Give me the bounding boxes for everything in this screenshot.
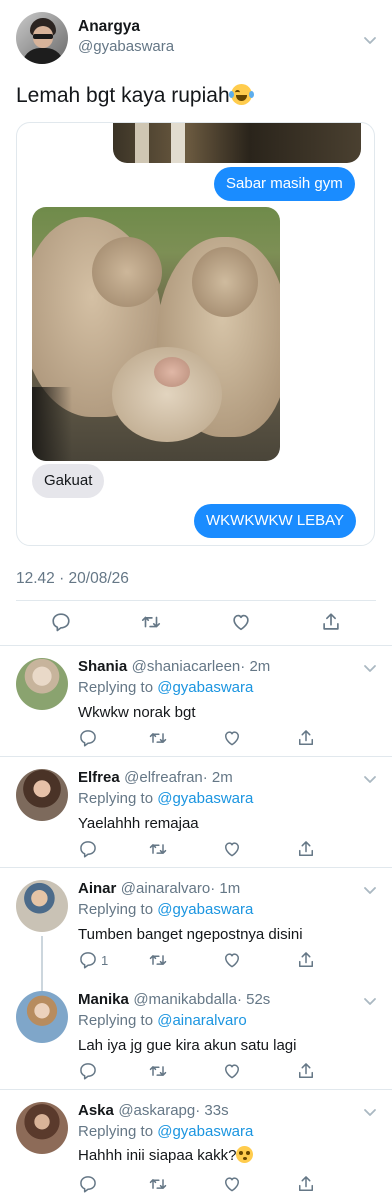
chevron-down-icon[interactable] — [362, 771, 378, 787]
reply-tweet[interactable]: Elfrea @elfreafran· 2m Replying to @gyab… — [0, 757, 392, 867]
reply-text-content: Hahhh inii siapaa kakk? — [78, 1147, 237, 1164]
replying-to-mention[interactable]: @gyabaswara — [157, 901, 253, 918]
like-icon[interactable] — [222, 728, 242, 748]
reply-tweet[interactable]: Ainar @ainaralvaro· 1m Replying to @gyab… — [0, 868, 392, 996]
reply-icon[interactable] — [78, 1174, 98, 1194]
replying-to-label: Replying to — [78, 901, 154, 918]
like-icon[interactable] — [222, 839, 242, 859]
reply-author-name[interactable]: Shania — [78, 658, 127, 675]
like-icon[interactable] — [230, 611, 252, 633]
reply-header: Elfrea @elfreafran· 2m — [78, 769, 233, 787]
reply-time: · 52s — [236, 991, 271, 1008]
replying-to-mention[interactable]: @gyabaswara — [157, 679, 253, 696]
chat-bubble-sent: Sabar masih gym — [214, 167, 355, 201]
replying-to-label: Replying to — [78, 679, 154, 696]
chat-bubble-sent: WKWKWKW LEBAY — [194, 504, 357, 538]
reply-text: Hahhh inii siapaa kakk? — [78, 1146, 254, 1164]
chevron-down-icon[interactable] — [362, 660, 378, 676]
divider — [16, 600, 376, 601]
retweet-icon[interactable] — [148, 1174, 168, 1194]
tweet-timestamp[interactable]: 12.42 · 20/08/26 — [16, 570, 129, 588]
chevron-down-icon[interactable] — [362, 882, 378, 898]
author-name[interactable]: Anargya — [78, 18, 140, 36]
replying-to-mention[interactable]: @ainaralvaro — [157, 1012, 246, 1029]
like-icon[interactable] — [222, 1061, 242, 1081]
reply-author-name[interactable]: Aska — [78, 1102, 114, 1119]
face-with-tears-of-joy-icon — [228, 84, 254, 105]
replying-to: Replying to @ainaralvaro — [78, 1012, 247, 1029]
author-handle[interactable]: @gyabaswara — [78, 38, 174, 55]
reply-icon[interactable] — [78, 839, 98, 859]
retweet-icon[interactable] — [140, 611, 162, 633]
share-icon[interactable] — [296, 728, 316, 748]
share-icon[interactable] — [296, 950, 316, 970]
replying-to-label: Replying to — [78, 790, 154, 807]
reply-time: · 2m — [240, 658, 271, 675]
reply-time: · 33s — [195, 1102, 229, 1119]
reply-text: Tumben banget ngepostnya disini — [78, 926, 303, 943]
reply-tweet[interactable]: Shania @shaniacarleen· 2m Replying to @g… — [0, 646, 392, 756]
reply-author-handle[interactable]: @shaniacarleen — [132, 658, 241, 675]
face-with-monocle-icon — [236, 1146, 254, 1163]
share-icon[interactable] — [320, 611, 342, 633]
replying-to: Replying to @gyabaswara — [78, 1123, 253, 1140]
reply-text: Yaelahhh remajaa — [78, 815, 199, 832]
replying-to: Replying to @gyabaswara — [78, 679, 253, 696]
share-icon[interactable] — [296, 839, 316, 859]
retweet-icon[interactable] — [148, 839, 168, 859]
avatar[interactable] — [16, 991, 68, 1043]
replying-to-label: Replying to — [78, 1012, 154, 1029]
chevron-down-icon[interactable] — [362, 1104, 378, 1120]
reply-header: Aska @askarapg· 33s — [78, 1102, 229, 1120]
reply-author-handle[interactable]: @ainaralvaro — [121, 880, 210, 897]
reply-author-name[interactable]: Manika — [78, 991, 129, 1008]
retweet-icon[interactable] — [148, 950, 168, 970]
reply-author-name[interactable]: Ainar — [78, 880, 116, 897]
replying-to-mention[interactable]: @gyabaswara — [157, 1123, 253, 1140]
chevron-down-icon[interactable] — [362, 993, 378, 1009]
reply-author-handle[interactable]: @elfreafran — [124, 769, 203, 786]
avatar[interactable] — [16, 658, 68, 710]
replying-to-mention[interactable]: @gyabaswara — [157, 790, 253, 807]
reply-author-handle[interactable]: @manikabdalla — [133, 991, 237, 1008]
chat-photo-top — [113, 123, 361, 163]
reply-tweet[interactable]: Manika @manikabdalla· 52s Replying to @a… — [0, 979, 392, 1089]
tweet-text-content: Lemah bgt kaya rupiah — [16, 84, 230, 107]
reply-header: Manika @manikabdalla· 52s — [78, 991, 270, 1009]
avatar[interactable] — [16, 880, 68, 932]
tweet-media[interactable]: Sabar masih gym Gakuat WKWKWKW LEBAY — [16, 122, 375, 546]
tweet-text: Lemah bgt kaya rupiah — [16, 84, 254, 108]
avatar[interactable] — [16, 1102, 68, 1154]
replying-to-label: Replying to — [78, 1123, 154, 1140]
share-icon[interactable] — [296, 1174, 316, 1194]
reply-header: Shania @shaniacarleen· 2m — [78, 658, 270, 676]
share-icon[interactable] — [296, 1061, 316, 1081]
replying-to: Replying to @gyabaswara — [78, 790, 253, 807]
reply-count: 1 — [101, 953, 109, 968]
reply-text: Lah iya jg gue kira akun satu lagi — [78, 1037, 297, 1054]
chevron-down-icon[interactable] — [362, 32, 378, 48]
reply-header: Ainar @ainaralvaro· 1m — [78, 880, 240, 898]
reply-time: · 2m — [202, 769, 233, 786]
like-icon[interactable] — [222, 1174, 242, 1194]
reply-icon[interactable] — [78, 728, 98, 748]
reply-tweet[interactable]: Aska @askarapg· 33s Replying to @gyabasw… — [0, 1090, 392, 1200]
chat-bubble-received: Gakuat — [32, 464, 105, 498]
reply-icon[interactable] — [78, 1061, 98, 1081]
reply-text: Wkwkw norak bgt — [78, 704, 196, 721]
reply-icon[interactable] — [50, 611, 72, 633]
replying-to: Replying to @gyabaswara — [78, 901, 253, 918]
reply-icon[interactable] — [78, 950, 98, 970]
reply-time: · 1m — [210, 880, 241, 897]
author-avatar[interactable] — [16, 12, 68, 64]
reply-author-name[interactable]: Elfrea — [78, 769, 120, 786]
avatar[interactable] — [16, 769, 68, 821]
like-icon[interactable] — [222, 950, 242, 970]
retweet-icon[interactable] — [148, 1061, 168, 1081]
monkey-photo — [32, 207, 280, 461]
retweet-icon[interactable] — [148, 728, 168, 748]
main-tweet[interactable]: Anargya @gyabaswara Lemah bgt kaya rupia… — [0, 0, 392, 645]
reply-author-handle[interactable]: @askarapg — [118, 1102, 195, 1119]
